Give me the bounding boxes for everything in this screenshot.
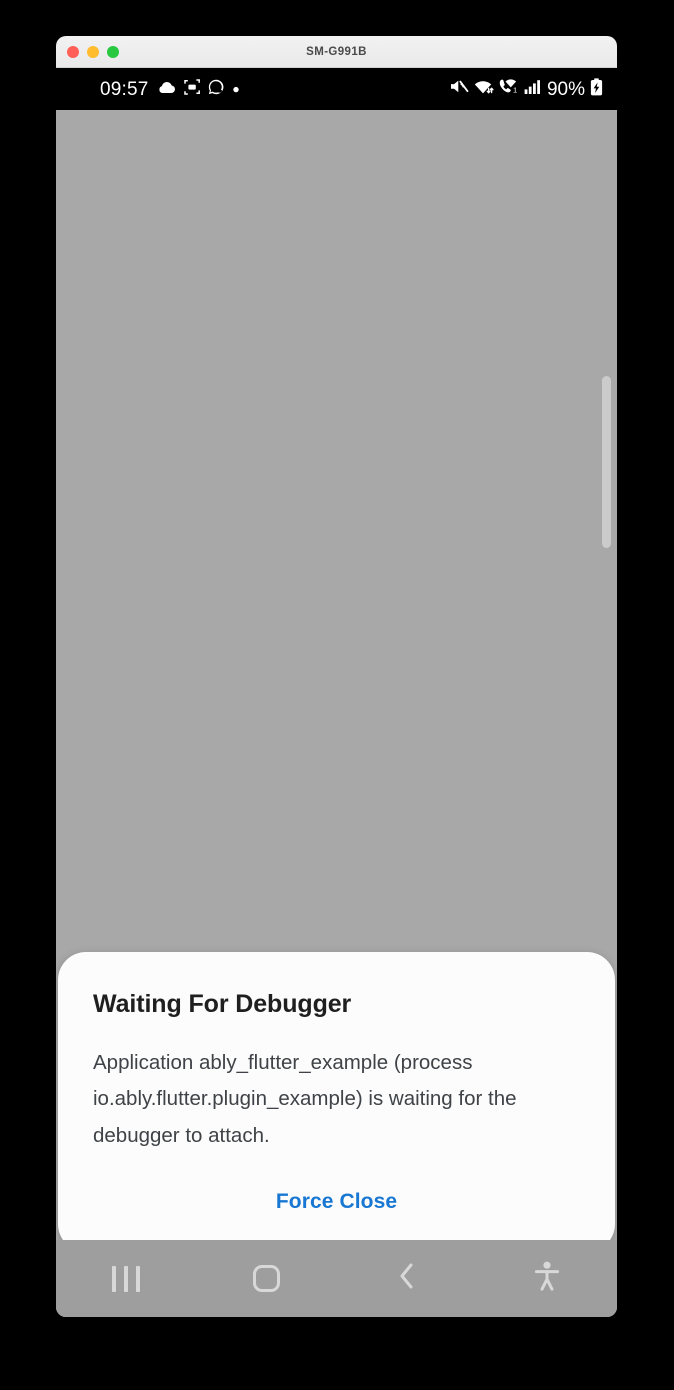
svg-text:1: 1 bbox=[513, 86, 517, 95]
accessibility-person-icon bbox=[533, 1260, 561, 1297]
nav-accessibility-button[interactable] bbox=[477, 1240, 617, 1317]
nav-recents-button[interactable] bbox=[56, 1240, 196, 1317]
wifi-icon bbox=[474, 78, 494, 100]
scan-frame-icon bbox=[183, 78, 200, 100]
emulator-window: SM-G991B 09:57 1 90% Waiting For Debugge… bbox=[56, 36, 617, 1317]
dialog-actions: Force Close bbox=[93, 1186, 580, 1222]
minimize-window-button[interactable] bbox=[87, 45, 99, 58]
status-bar-right-group: 1 90% bbox=[450, 77, 603, 101]
window-title: SM-G991B bbox=[306, 45, 367, 58]
status-bar-left-group: 09:57 bbox=[100, 78, 240, 100]
mute-icon bbox=[450, 78, 469, 100]
back-chevron-icon bbox=[396, 1261, 418, 1296]
scrollbar-thumb[interactable] bbox=[602, 376, 611, 548]
maximize-window-button[interactable] bbox=[107, 45, 119, 58]
battery-charging-icon bbox=[590, 77, 603, 101]
whatsapp-icon bbox=[208, 79, 224, 100]
dot-icon bbox=[232, 80, 240, 98]
nav-home-button[interactable] bbox=[196, 1240, 336, 1317]
android-navigation-bar bbox=[56, 1240, 617, 1317]
close-window-button[interactable] bbox=[67, 45, 79, 58]
nav-back-button[interactable] bbox=[337, 1240, 477, 1317]
waiting-for-debugger-dialog: Waiting For Debugger Application ably_fl… bbox=[58, 952, 615, 1253]
cloud-icon bbox=[157, 80, 176, 99]
recents-icon bbox=[112, 1265, 141, 1292]
battery-percentage: 90% bbox=[546, 78, 585, 100]
android-status-bar: 09:57 1 90% bbox=[56, 68, 617, 110]
app-content-surface: Waiting For Debugger Application ably_fl… bbox=[56, 110, 617, 1317]
force-close-button[interactable]: Force Close bbox=[266, 1186, 407, 1218]
traffic-light-buttons bbox=[67, 36, 119, 67]
wifi-calling-icon: 1 bbox=[499, 78, 519, 100]
status-bar-clock: 09:57 bbox=[100, 78, 149, 100]
signal-bars-icon bbox=[524, 79, 541, 100]
phone-screen: 09:57 1 90% Waiting For Debugger Applica… bbox=[56, 68, 617, 1317]
dialog-message: Application ably_flutter_example (proces… bbox=[93, 1050, 517, 1147]
home-icon bbox=[252, 1265, 280, 1292]
window-title-bar: SM-G991B bbox=[56, 36, 617, 68]
dialog-title: Waiting For Debugger bbox=[93, 990, 352, 1018]
